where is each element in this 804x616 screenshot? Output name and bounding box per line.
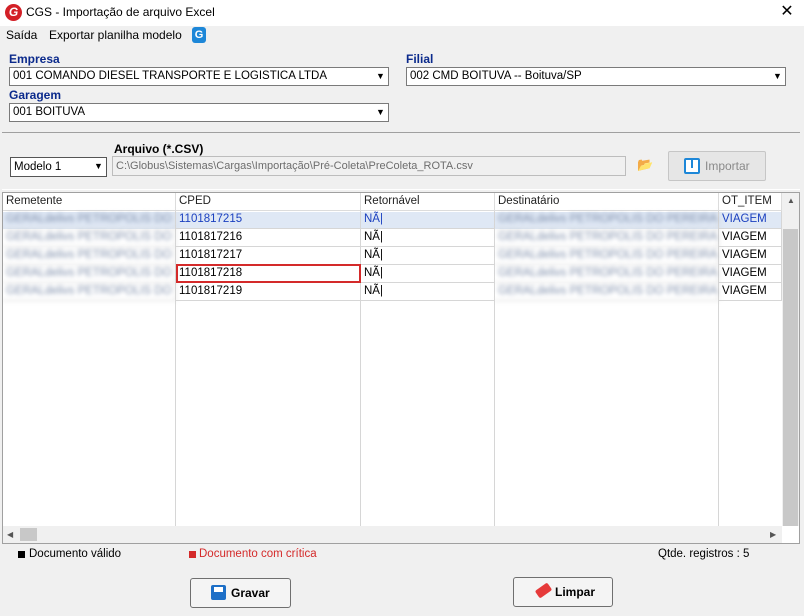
gravar-button[interactable]: Gravar xyxy=(190,578,291,608)
arquivo-path-value: C:\Globus\Sistemas\Cargas\Importação\Pré… xyxy=(116,160,473,172)
scroll-up-icon[interactable]: ▲ xyxy=(787,196,795,205)
filial-label: Filial xyxy=(406,52,434,66)
column-header-cped[interactable]: CPED xyxy=(176,193,361,211)
critica-legend-swatch xyxy=(189,551,196,558)
empresa-label: Empresa xyxy=(9,52,60,66)
vertical-scroll-thumb[interactable] xyxy=(783,229,798,526)
cell-cped[interactable]: 1101817217 xyxy=(176,247,361,265)
cell-focus-highlight xyxy=(176,264,361,283)
cell-remetente[interactable]: GERALdelivs PETROPOLIS DO xyxy=(3,229,176,247)
import-icon xyxy=(684,158,700,174)
menu-item-exportar-planilha[interactable]: Exportar planilha modelo xyxy=(49,28,182,42)
chevron-down-icon[interactable]: ▼ xyxy=(769,68,785,85)
garagem-value: 001 BOITUVA xyxy=(13,106,86,118)
cell-destinatario[interactable]: GERALdelivs PETROPOLIS DO PEREIRA xyxy=(495,229,719,247)
cell-cped[interactable]: 1101817216 xyxy=(176,229,361,247)
cell-retornavel[interactable]: NÃ| xyxy=(361,229,495,247)
filial-value: 002 CMD BOITUVA -- Boituva/SP xyxy=(410,70,582,82)
cell-remetente[interactable]: GERALdelivs PETROPOLIS DO xyxy=(3,247,176,265)
column-header-ot-item[interactable]: OT_ITEM xyxy=(719,193,782,211)
empresa-value: 001 COMANDO DIESEL TRANSPORTE E LOGISTIC… xyxy=(13,70,327,82)
cell-ot-item[interactable]: VIAGEM xyxy=(719,229,782,247)
valid-legend-swatch xyxy=(18,551,25,558)
critica-legend-label: Documento com crítica xyxy=(199,548,317,560)
cell-destinatario[interactable]: GERALdelivs PETROPOLIS DO PEREIRA xyxy=(495,283,719,301)
record-count: Qtde. registros : 5 xyxy=(658,548,750,560)
cell-retornavel[interactable]: NÃ| xyxy=(361,265,495,283)
cell-retornavel[interactable]: NÃ| xyxy=(361,283,495,301)
horizontal-scroll-thumb[interactable] xyxy=(20,528,37,541)
save-icon xyxy=(211,585,226,600)
valid-legend-label: Documento válido xyxy=(29,548,122,560)
scroll-left-icon[interactable]: ◀ xyxy=(7,530,13,539)
globus-icon[interactable]: G xyxy=(192,27,206,43)
cell-ot-item[interactable]: VIAGEM xyxy=(719,247,782,265)
garagem-label: Garagem xyxy=(9,88,62,102)
records-grid[interactable]: Remetente CPED Retornável Destinatário O… xyxy=(2,192,800,544)
window-title: CGS - Importação de arquivo Excel xyxy=(26,5,215,19)
cell-cped[interactable]: 1101817215 xyxy=(176,211,361,229)
app-logo-icon: G xyxy=(5,4,22,21)
importar-button[interactable]: Importar xyxy=(668,151,766,181)
limpar-label: Limpar xyxy=(555,585,596,599)
cell-remetente[interactable]: GERALdelivs PETROPOLIS DO xyxy=(3,283,176,301)
cell-retornavel[interactable]: NÃ| xyxy=(361,211,495,229)
modelo-combo[interactable]: Modelo 1 ▼ xyxy=(10,157,107,177)
chevron-down-icon[interactable]: ▼ xyxy=(372,68,388,85)
arquivo-path-field[interactable]: C:\Globus\Sistemas\Cargas\Importação\Pré… xyxy=(112,156,626,176)
scroll-right-icon[interactable]: ▶ xyxy=(770,530,776,539)
limpar-button[interactable]: Limpar xyxy=(513,577,613,607)
column-header-destinatario[interactable]: Destinatário xyxy=(495,193,719,211)
cell-cped[interactable]: 1101817219 xyxy=(176,283,361,301)
cell-destinatario[interactable]: GERALdelivs PETROPOLIS DO PEREIRA xyxy=(495,265,719,283)
column-header-retornavel[interactable]: Retornável xyxy=(361,193,495,211)
gravar-label: Gravar xyxy=(231,586,270,600)
importar-label: Importar xyxy=(705,159,750,173)
cell-destinatario[interactable]: GERALdelivs PETROPOLIS DO PEREIRA xyxy=(495,247,719,265)
cell-remetente[interactable]: GERALdelivs PETROPOLIS DO xyxy=(3,265,176,283)
cell-destinatario[interactable]: GERALdelivs PETROPOLIS DO PEREIRA xyxy=(495,211,719,229)
arquivo-label: Arquivo (*.CSV) xyxy=(114,142,204,156)
cell-ot-item[interactable]: VIAGEM xyxy=(719,265,782,283)
column-header-remetente[interactable]: Remetente xyxy=(3,193,176,211)
folder-open-icon[interactable]: 📂 xyxy=(637,157,653,173)
eraser-icon xyxy=(534,582,553,599)
cell-retornavel[interactable]: NÃ| xyxy=(361,247,495,265)
empresa-combo[interactable]: 001 COMANDO DIESEL TRANSPORTE E LOGISTIC… xyxy=(9,67,389,86)
horizontal-scrollbar[interactable] xyxy=(3,526,782,543)
cell-ot-item[interactable]: VIAGEM xyxy=(719,211,782,229)
chevron-down-icon[interactable]: ▼ xyxy=(372,104,388,121)
close-icon[interactable]: ✕ xyxy=(776,2,798,22)
modelo-value: Modelo 1 xyxy=(14,161,62,173)
cell-remetente[interactable]: GERALdelivs PETROPOLIS DO xyxy=(3,211,176,229)
cell-ot-item[interactable]: VIAGEM xyxy=(719,283,782,301)
filial-combo[interactable]: 002 CMD BOITUVA -- Boituva/SP ▼ xyxy=(406,67,786,86)
menu-item-saida[interactable]: Saída xyxy=(6,28,37,42)
chevron-down-icon[interactable]: ▼ xyxy=(90,158,106,175)
garagem-combo[interactable]: 001 BOITUVA ▼ xyxy=(9,103,389,122)
